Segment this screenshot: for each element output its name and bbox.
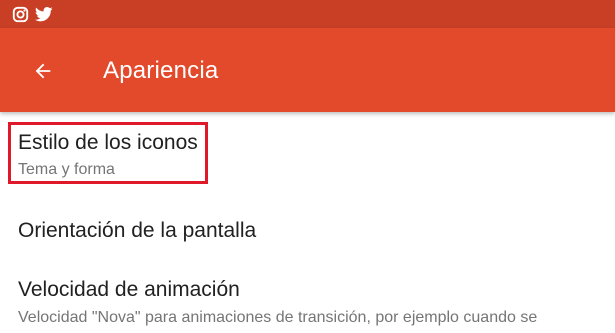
settings-item-screen-orientation[interactable]: Orientación de la pantalla	[0, 198, 615, 262]
settings-item-subtitle: Tema y forma	[18, 161, 115, 178]
instagram-icon	[11, 5, 29, 23]
twitter-icon	[35, 5, 53, 23]
settings-item-title: Estilo de los iconos	[18, 131, 198, 154]
app-bar: Apariencia	[0, 28, 615, 112]
settings-item-animation-speed[interactable]: Velocidad de animación Velocidad "Nova" …	[0, 262, 615, 333]
settings-item-subtitle: Velocidad "Nova" para animaciones de tra…	[18, 309, 538, 326]
page-title: Apariencia	[103, 57, 219, 84]
settings-item-title: Velocidad de animación	[18, 278, 240, 301]
back-button[interactable]	[28, 56, 58, 86]
settings-item-icon-style[interactable]: Estilo de los iconos Tema y forma	[0, 112, 615, 198]
status-bar	[0, 0, 615, 28]
arrow-left-icon	[35, 63, 51, 79]
settings-item-title: Orientación de la pantalla	[18, 219, 257, 242]
